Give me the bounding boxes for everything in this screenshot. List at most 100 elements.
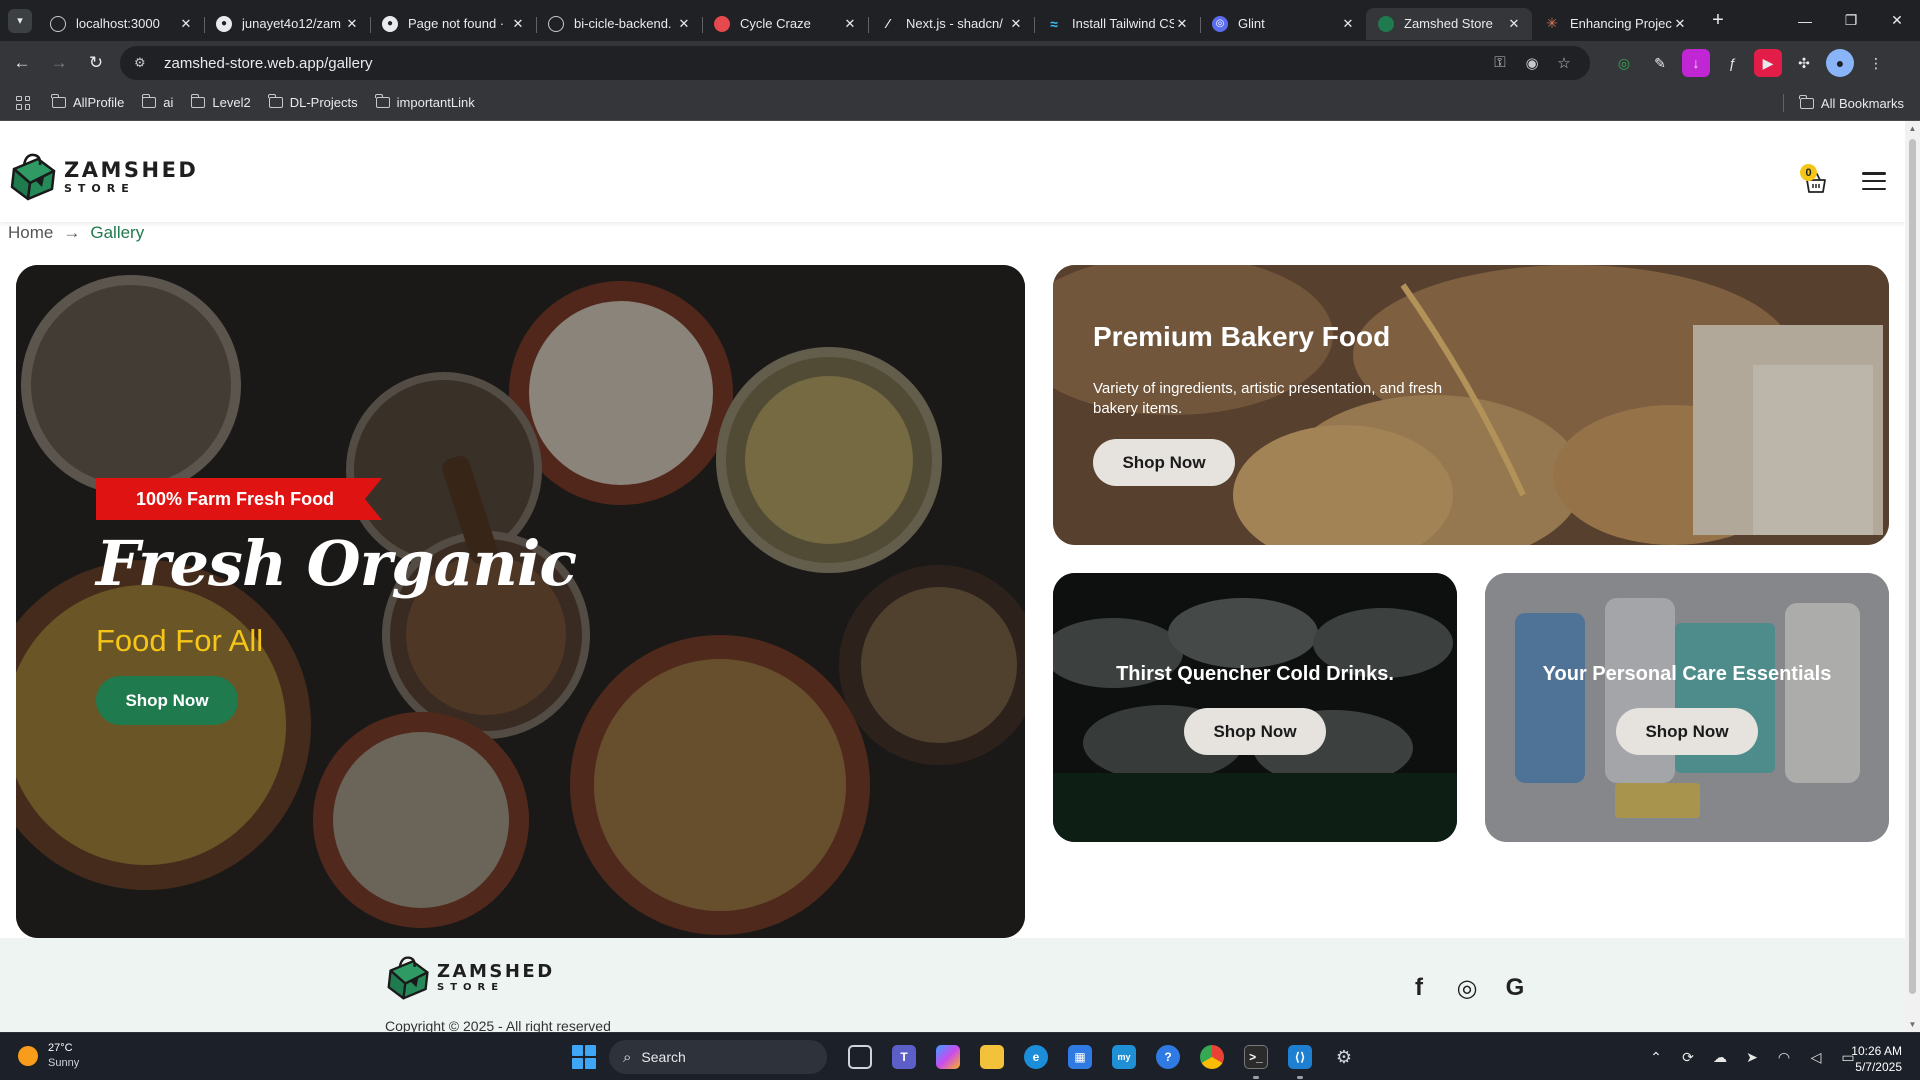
folder-icon [375,94,390,108]
restore-icon[interactable]: ❐ [1828,0,1874,41]
windows-start-icon[interactable] [572,1045,596,1069]
star-icon[interactable]: ☆ [1548,54,1580,72]
onedrive-cloud-icon[interactable]: ☁ [1704,1049,1736,1066]
address-bar[interactable]: ⚙ zamshed-store.web.app/gallery ⚿ ◉ ☆ [120,46,1590,80]
mysql-workbench-icon[interactable]: my [1102,1039,1146,1075]
scroll-up-icon[interactable]: ▲ [1908,124,1917,133]
downloader-icon[interactable]: ↓ [1682,49,1710,77]
tab-glint[interactable]: ◎ Glint ✕ [1200,8,1366,40]
weather-temp: 27°C [48,1042,73,1054]
close-icon[interactable]: ✕ [1174,16,1190,32]
breadcrumb-home-link[interactable]: Home [8,223,53,243]
close-icon[interactable]: ✕ [676,16,692,32]
site-info-icon[interactable]: ⚙ [134,55,154,71]
extensions-puzzle-icon[interactable]: ✣ [1790,49,1818,77]
glint-icon: ◎ [1212,15,1228,32]
folder-icon [1799,94,1814,109]
send-icon[interactable]: ➤ [1736,1049,1768,1066]
scrollbar-thumb[interactable] [1909,139,1916,994]
tab-install-tailwind[interactable]: ≈ Install Tailwind CS ✕ [1034,8,1200,40]
settings-gear-icon[interactable]: ⚙ [1322,1039,1366,1075]
footer-logo[interactable]: ZAMSHED STORE [385,954,555,1002]
taskbar-search[interactable]: ⌕ Search [609,1040,827,1074]
edge-icon[interactable]: e [1014,1039,1058,1075]
help-icon[interactable]: ? [1146,1039,1190,1075]
close-icon[interactable]: ✕ [510,16,526,32]
profile-avatar[interactable]: ● [1826,49,1854,77]
tab-bicicle-backend[interactable]: bi-cicle-backend. ✕ [536,8,702,40]
close-icon[interactable]: ✕ [842,16,858,32]
teams-icon[interactable]: T [882,1039,926,1075]
facebook-icon[interactable]: f [1395,973,1443,1003]
tab-cycle-craze[interactable]: Cycle Craze ✕ [702,8,868,40]
tab-page-not-found[interactable]: ● Page not found · ✕ [370,8,536,40]
password-key-icon[interactable]: ⚿ [1484,54,1516,72]
grains-bowls-image [16,265,1025,938]
tab-github-repo[interactable]: ● junayet4o12/zam ✕ [204,8,370,40]
store-icon[interactable]: ▦ [1058,1039,1102,1075]
bookmark-folder-dl-projects[interactable]: DL-Projects [268,94,358,110]
tab-title: Install Tailwind CS [1072,16,1174,31]
bookmark-folder-importantlink[interactable]: importantLink [375,94,475,110]
taskbar-search-label: Search [641,1049,686,1065]
tab-enhancing-project[interactable]: ✳ Enhancing Project ✕ [1532,8,1698,40]
bakery-title: Premium Bakery Food [1093,321,1391,352]
task-view-icon[interactable] [838,1039,882,1075]
tab-localhost[interactable]: localhost:3000 ✕ [38,8,204,40]
color-picker-icon[interactable]: ✎ [1646,49,1674,77]
page-scrollbar[interactable]: ▲ ▼ [1905,121,1920,1032]
vscode-icon[interactable]: ⟨⟩ [1278,1039,1322,1079]
url-text[interactable]: zamshed-store.web.app/gallery [164,55,1484,72]
forward-icon[interactable]: → [44,48,74,78]
terminal-icon[interactable]: >_ [1234,1039,1278,1079]
close-window-icon[interactable]: ✕ [1874,0,1920,41]
close-icon[interactable]: ✕ [178,16,194,32]
hero-subtitle: Food For All [96,623,264,658]
close-icon[interactable]: ✕ [1008,16,1024,32]
tab-zamshed-store[interactable]: Zamshed Store ✕ [1366,7,1532,40]
close-icon[interactable]: ✕ [344,16,360,32]
menu-dots-icon[interactable]: ⋮ [1862,49,1890,77]
eye-off-icon[interactable]: ◉ [1516,54,1548,72]
close-icon[interactable]: ✕ [1672,16,1688,32]
hamburger-menu-icon[interactable] [1862,172,1886,190]
drinks-card: Thirst Quencher Cold Drinks. Shop Now [1053,573,1457,842]
globe-icon [548,15,564,32]
extension-red-icon[interactable]: ▶ [1754,49,1782,77]
wifi-icon[interactable]: ◠ [1768,1049,1800,1066]
apps-grid-icon[interactable] [16,95,30,110]
whatsapp-icon[interactable]: ◎ [1443,973,1491,1003]
bookmark-folder-level2[interactable]: Level2 [190,94,251,110]
close-icon[interactable]: ✕ [1340,16,1356,32]
all-bookmarks[interactable]: All Bookmarks [1782,85,1904,121]
volume-icon[interactable]: ◁ [1800,1049,1832,1066]
chrome-icon[interactable] [1190,1039,1234,1075]
site-logo[interactable]: ZAMSHED STORE [8,151,198,203]
extension-green-icon[interactable]: ◎ [1610,49,1638,77]
hero-shop-now-button[interactable]: Shop Now [96,676,238,725]
claude-icon: ✳ [1546,15,1558,31]
formula-icon[interactable]: ƒ [1718,49,1746,77]
bookmark-label: Level2 [212,95,251,110]
weather-widget[interactable]: 27°C Sunny [18,1041,79,1071]
close-icon[interactable]: ✕ [1506,16,1522,32]
chevron-up-icon[interactable]: ⌃ [1640,1049,1672,1066]
bookmark-folder-ai[interactable]: ai [141,94,173,110]
scroll-down-icon[interactable]: ▼ [1908,1020,1917,1029]
bakery-shop-now-button[interactable]: Shop Now [1093,439,1235,486]
personal-care-shop-now-button[interactable]: Shop Now [1616,708,1758,755]
taskbar-apps: T e ▦ my ? >_ ⟨⟩ ⚙ [838,1039,1366,1079]
tab-nextjs-shadcn[interactable]: ⁄ Next.js - shadcn/ ✕ [868,8,1034,40]
minimize-icon[interactable]: — [1782,0,1828,41]
taskbar-clock[interactable]: 10:26 AM 5/7/2025 [1842,1043,1902,1075]
new-tab-button[interactable]: + [1704,7,1732,35]
back-icon[interactable]: ← [7,48,37,78]
drinks-shop-now-button[interactable]: Shop Now [1184,708,1326,755]
tab-search-button[interactable]: ▾ [8,8,32,33]
bookmark-folder-allprofile[interactable]: AllProfile [51,94,124,110]
copilot-icon[interactable] [926,1039,970,1075]
reload-icon[interactable]: ↻ [81,48,111,78]
google-icon[interactable]: G [1491,973,1539,1003]
file-explorer-icon[interactable] [970,1039,1014,1075]
sync-icon[interactable]: ⟳ [1672,1049,1704,1066]
